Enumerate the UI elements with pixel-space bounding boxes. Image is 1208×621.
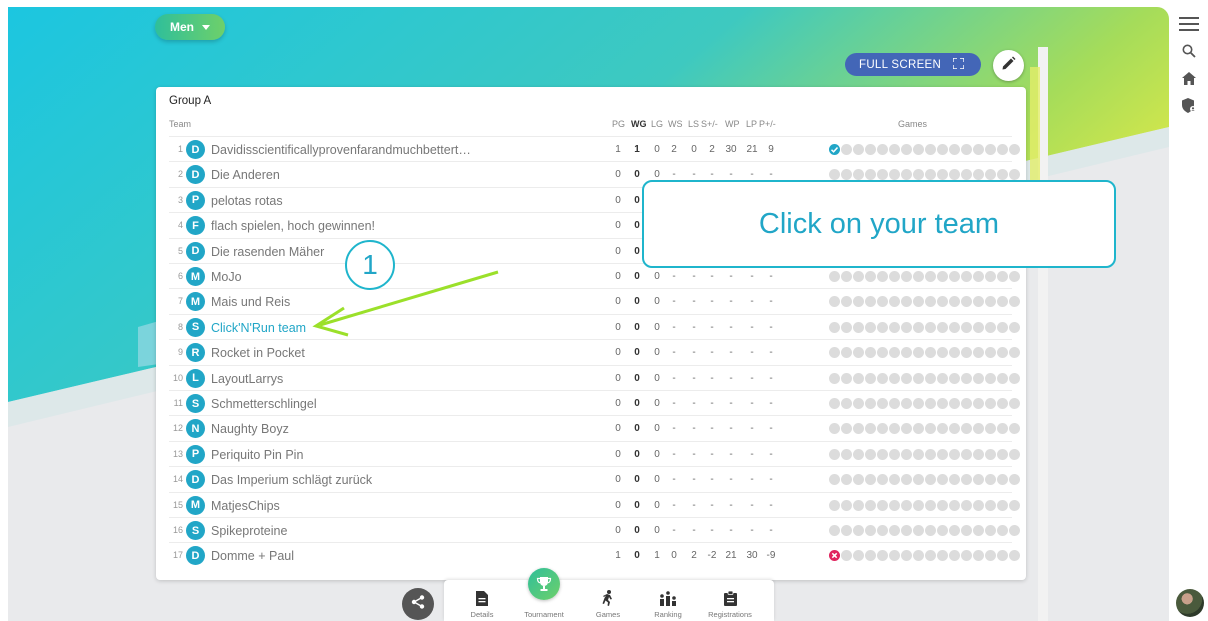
nav-label: Games	[595, 610, 621, 619]
share-button[interactable]	[402, 588, 434, 620]
tutorial-step-number: 1	[362, 249, 378, 280]
nav-label: Tournament	[524, 610, 564, 619]
ranking-icon	[659, 587, 677, 609]
nav-label: Details	[470, 610, 494, 619]
nav-registrations[interactable]: Registrations	[700, 580, 760, 621]
share-icon	[411, 594, 425, 614]
nav-label: Registrations	[708, 610, 752, 619]
nav-label: Ranking	[654, 610, 682, 619]
avatar[interactable]	[1176, 589, 1204, 617]
nav-ranking[interactable]: Ranking	[638, 580, 698, 621]
tutorial-arrow	[312, 270, 499, 337]
nav-games[interactable]: Games	[578, 580, 638, 621]
bottom-nav: Details Tournament Games Ranking Registr…	[444, 580, 774, 621]
document-icon	[476, 587, 488, 609]
clipboard-icon	[723, 587, 737, 609]
player-icon	[601, 587, 615, 609]
nav-details[interactable]: Details	[452, 580, 512, 621]
tutorial-step-badge: 1	[345, 240, 395, 290]
trophy-icon[interactable]	[528, 568, 560, 600]
